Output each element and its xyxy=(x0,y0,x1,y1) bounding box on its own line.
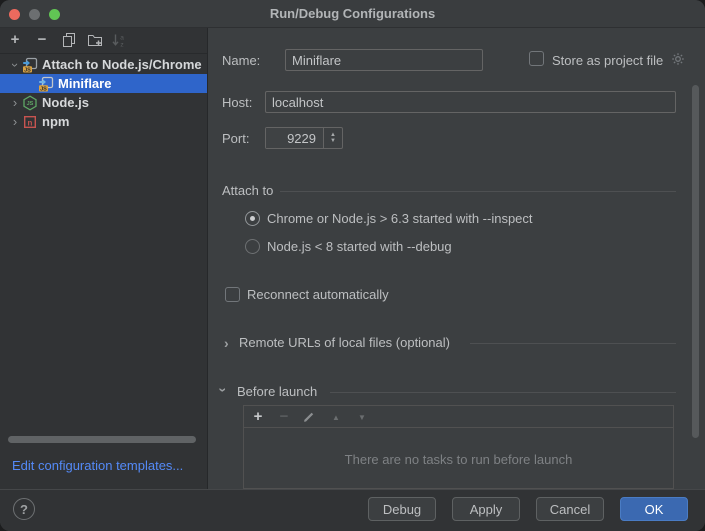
add-task-button[interactable]: + xyxy=(250,409,266,425)
tree-item-nodejs[interactable]: › JS Node.js xyxy=(2,93,207,112)
host-label: Host: xyxy=(222,95,252,110)
plus-icon: + xyxy=(254,409,263,425)
radio-label: Chrome or Node.js > 6.3 started with --i… xyxy=(267,211,533,226)
run-debug-configurations-dialog: Run/Debug Configurations + − xyxy=(0,0,705,531)
cancel-button[interactable]: Cancel xyxy=(536,497,604,521)
tree-item-label: Node.js xyxy=(42,95,89,110)
reconnect-automatically-row[interactable]: Reconnect automatically xyxy=(225,285,389,303)
copy-icon xyxy=(61,32,77,48)
radio-selected-icon[interactable] xyxy=(245,211,260,226)
svg-text:n: n xyxy=(28,118,33,127)
radio-option-debug[interactable]: Node.js < 8 started with --debug xyxy=(245,237,452,255)
store-settings-gear-icon[interactable] xyxy=(671,52,685,66)
arrow-down-icon: ▼ xyxy=(358,413,366,422)
new-folder-button[interactable] xyxy=(87,32,103,48)
configurations-sidebar: + − xyxy=(0,28,208,489)
minus-icon: − xyxy=(38,32,47,48)
plus-icon: + xyxy=(11,32,20,48)
nodejs-icon: JS xyxy=(22,95,38,111)
svg-text:a: a xyxy=(120,35,124,42)
horizontal-scrollbar-thumb[interactable] xyxy=(8,436,196,443)
chevron-right-icon[interactable]: › xyxy=(8,96,22,110)
host-input[interactable] xyxy=(265,91,676,113)
arrow-up-icon: ▲ xyxy=(332,413,340,422)
new-folder-icon xyxy=(87,32,103,48)
reconnect-automatically-label: Reconnect automatically xyxy=(247,287,389,302)
store-as-project-file-checkbox[interactable] xyxy=(529,51,544,66)
tree-item-label: Attach to Node.js/Chrome xyxy=(42,57,202,72)
titlebar: Run/Debug Configurations xyxy=(0,0,705,28)
svg-text:JS: JS xyxy=(27,101,34,107)
remote-urls-section-title[interactable]: Remote URLs of local files (optional) xyxy=(239,335,450,350)
dialog-title: Run/Debug Configurations xyxy=(0,6,705,21)
svg-text:z: z xyxy=(120,42,123,49)
name-input[interactable] xyxy=(285,49,483,71)
sidebar-toolbar: + − xyxy=(0,28,207,54)
remove-configuration-button[interactable]: − xyxy=(34,32,50,48)
radio-label: Node.js < 8 started with --debug xyxy=(267,239,452,254)
move-task-up-button[interactable]: ▲ xyxy=(328,409,344,425)
before-launch-toolbar: + − ▲ ▼ xyxy=(244,406,673,428)
tree-item-label: npm xyxy=(42,114,69,129)
radio-option-inspect[interactable]: Chrome or Node.js > 6.3 started with --i… xyxy=(245,209,533,227)
no-tasks-message: There are no tasks to run before launch xyxy=(244,452,673,467)
tree-item-miniflare[interactable]: JS Miniflare xyxy=(0,74,207,93)
section-divider xyxy=(470,343,676,344)
configurations-tree: › JS Attach to Node.js/Chrome xyxy=(0,55,207,131)
name-label: Name: xyxy=(222,53,260,68)
apply-button[interactable]: Apply xyxy=(452,497,520,521)
vertical-scrollbar-thumb[interactable] xyxy=(692,85,699,438)
tree-item-label: Miniflare xyxy=(58,76,111,91)
radio-unselected-icon[interactable] xyxy=(245,239,260,254)
chevron-right-icon[interactable]: › xyxy=(224,336,229,350)
minus-icon: − xyxy=(280,409,289,425)
section-divider xyxy=(330,392,676,393)
question-mark-icon: ? xyxy=(20,502,28,517)
help-button[interactable]: ? xyxy=(13,498,35,520)
copy-configuration-button[interactable] xyxy=(61,32,77,48)
dialog-footer: ? Debug Apply Cancel OK xyxy=(0,489,705,531)
edit-configuration-templates-link[interactable]: Edit configuration templates... xyxy=(12,458,183,473)
svg-text:JS: JS xyxy=(24,67,31,73)
npm-icon: n xyxy=(22,114,38,130)
section-divider xyxy=(280,191,676,192)
svg-text:JS: JS xyxy=(40,86,47,92)
port-stepper[interactable]: ▲ ▼ xyxy=(323,128,342,148)
before-launch-section-title[interactable]: Before launch xyxy=(237,384,317,399)
remove-task-button[interactable]: − xyxy=(276,409,292,425)
before-launch-panel: + − ▲ ▼ xyxy=(243,405,674,489)
attach-config-icon: JS xyxy=(38,76,54,92)
sort-configurations-button[interactable]: a z xyxy=(111,32,127,48)
pencil-icon xyxy=(303,410,317,424)
stepper-down-icon[interactable]: ▼ xyxy=(330,138,336,144)
port-spinner-field: ▲ ▼ xyxy=(265,127,343,149)
configuration-settings-panel: Name: Store as project file Host: Port: … xyxy=(208,28,705,489)
move-task-down-button[interactable]: ▼ xyxy=(354,409,370,425)
edit-task-button[interactable] xyxy=(302,409,318,425)
attach-config-icon: JS xyxy=(22,57,38,73)
sort-alphabetically-icon: a z xyxy=(111,32,127,48)
add-configuration-button[interactable]: + xyxy=(7,32,23,48)
tree-item-attach-to-nodejs-chrome[interactable]: › JS Attach to Node.js/Chrome xyxy=(2,55,207,74)
chevron-down-icon[interactable]: › xyxy=(8,58,22,72)
store-as-project-file-label: Store as project file xyxy=(552,53,663,68)
debug-button[interactable]: Debug xyxy=(368,497,436,521)
ok-button[interactable]: OK xyxy=(620,497,688,521)
chevron-down-icon[interactable]: › xyxy=(221,383,226,397)
chevron-right-icon[interactable]: › xyxy=(8,115,22,129)
port-label: Port: xyxy=(222,131,249,146)
tree-item-npm[interactable]: › n npm xyxy=(2,112,207,131)
attach-to-section-title: Attach to xyxy=(222,183,273,198)
port-input[interactable] xyxy=(266,128,323,148)
reconnect-automatically-checkbox[interactable] xyxy=(225,287,240,302)
